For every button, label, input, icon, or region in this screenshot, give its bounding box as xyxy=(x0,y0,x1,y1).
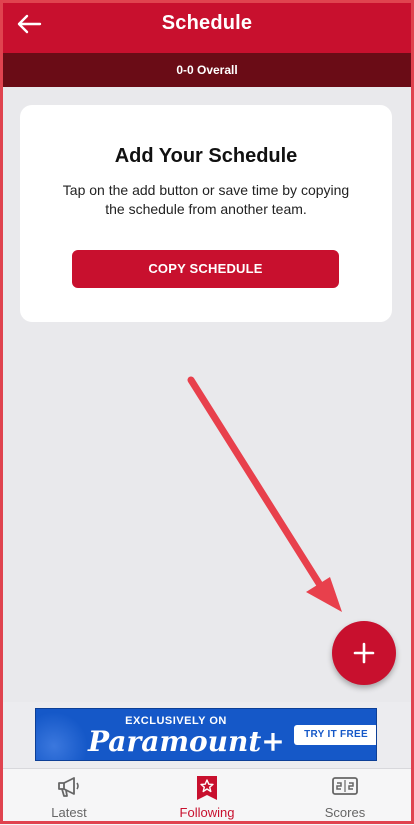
tab-label: Latest xyxy=(51,805,87,820)
app-header: Schedule xyxy=(0,0,414,53)
mountain-stars-graphic xyxy=(36,709,96,760)
star-badge-icon xyxy=(197,776,217,800)
add-game-button[interactable] xyxy=(332,621,396,685)
tab-following[interactable]: Following xyxy=(138,769,276,825)
ad-brand-logo: Paramount+ xyxy=(88,725,285,758)
tab-latest[interactable]: Latest xyxy=(0,769,138,825)
bottom-tab-bar: Latest Following Scores xyxy=(0,768,414,825)
tab-label: Scores xyxy=(324,805,366,820)
record-summary: 0-0 Overall xyxy=(0,53,414,87)
plus-icon xyxy=(353,642,375,664)
tab-label: Following xyxy=(179,805,235,820)
try-it-free-button[interactable]: TRY IT FREE xyxy=(294,725,376,745)
megaphone-icon xyxy=(58,777,79,797)
tab-scores[interactable]: Scores xyxy=(276,769,414,825)
copy-schedule-button[interactable]: COPY SCHEDULE xyxy=(72,250,339,288)
page-title: Schedule xyxy=(161,12,253,34)
empty-schedule-card: Add Your Schedule Tap on the add button … xyxy=(20,105,392,322)
empty-state-description: Tap on the add button or save time by co… xyxy=(62,182,350,217)
empty-state-title: Add Your Schedule xyxy=(114,145,298,167)
paramount-ad-banner[interactable]: EXCLUSIVELY ON Paramount+ TRY IT FREE xyxy=(35,708,377,761)
scoreboard-icon xyxy=(332,777,358,795)
